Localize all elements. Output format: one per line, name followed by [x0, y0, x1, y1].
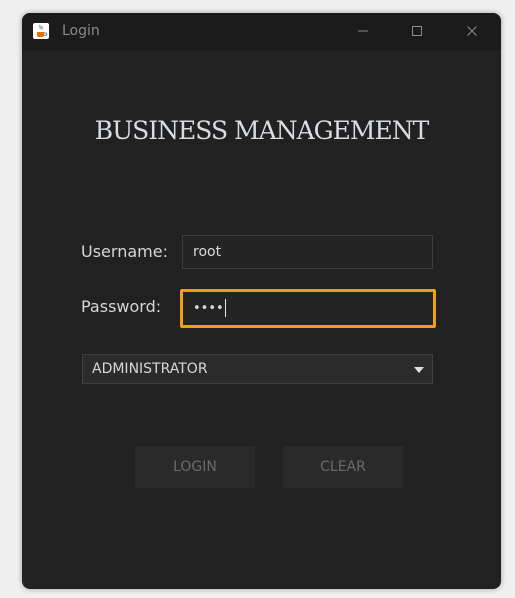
password-value: •••• — [193, 301, 224, 316]
window-title: Login — [62, 23, 100, 39]
role-selected-value: ADMINISTRATOR — [92, 361, 208, 377]
login-window: Login BUSINESS MANAGEMENT Username: root… — [22, 13, 501, 589]
close-button[interactable] — [448, 13, 496, 50]
close-icon — [466, 22, 478, 41]
title-bar[interactable]: Login — [22, 13, 501, 50]
maximize-icon — [411, 22, 423, 41]
username-label: Username: — [81, 242, 168, 261]
java-cup-icon — [33, 23, 49, 39]
password-label: Password: — [81, 297, 162, 316]
role-select[interactable]: ADMINISTRATOR — [82, 354, 433, 384]
maximize-button[interactable] — [393, 13, 441, 50]
login-button[interactable]: LOGIN — [135, 446, 255, 488]
username-value: root — [193, 244, 222, 260]
password-field[interactable]: •••• — [180, 289, 436, 328]
username-field[interactable]: root — [182, 235, 433, 269]
clear-button[interactable]: CLEAR — [283, 446, 403, 488]
app-heading: BUSINESS MANAGEMENT — [94, 116, 430, 145]
minimize-button[interactable] — [339, 13, 387, 50]
minimize-icon — [357, 22, 369, 41]
dropdown-arrow-icon — [414, 367, 424, 373]
text-caret — [224, 299, 226, 317]
